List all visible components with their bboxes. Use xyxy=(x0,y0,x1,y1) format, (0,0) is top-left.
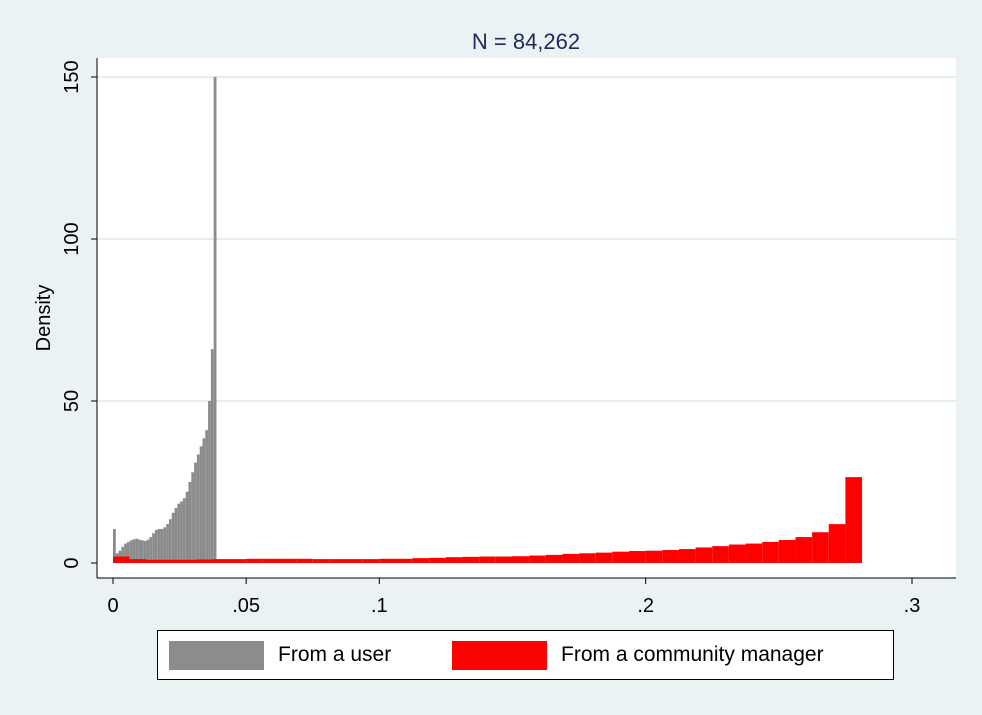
histogram-bar xyxy=(429,557,446,563)
histogram-bar xyxy=(412,558,430,563)
histogram-bar xyxy=(185,491,189,563)
histogram-bar xyxy=(329,559,347,563)
histogram-bar xyxy=(166,524,169,563)
histogram-bar xyxy=(645,550,663,563)
histogram-bar xyxy=(149,537,153,563)
histogram-bar xyxy=(279,558,297,563)
histogram-bar xyxy=(188,482,192,563)
x-tick-label: 0 xyxy=(107,595,118,617)
histogram-bar xyxy=(845,477,863,563)
histogram-bar xyxy=(346,559,363,563)
plot-area xyxy=(97,58,956,578)
histogram-bar xyxy=(171,512,175,563)
histogram-bar xyxy=(196,454,200,563)
histogram-bar xyxy=(612,551,630,563)
histogram-bar xyxy=(154,529,158,563)
y-tick-label: 50 xyxy=(61,390,83,412)
histogram-bar xyxy=(182,498,186,563)
x-tick-label: .1 xyxy=(371,595,388,617)
chart-title: N = 84,262 xyxy=(472,29,580,54)
histogram-bar xyxy=(168,519,172,563)
histogram-bar xyxy=(146,559,163,563)
legend-label-user: From a user xyxy=(278,643,392,666)
y-tick-label: 150 xyxy=(61,60,83,93)
histogram-bar xyxy=(712,546,729,563)
histogram-bar xyxy=(312,559,330,563)
y-tick-label: 0 xyxy=(61,557,83,568)
histogram-bar xyxy=(678,549,696,563)
histogram-bar xyxy=(262,558,280,563)
histogram-chart: 0 50 100 150 0 .05 .1 .2 .3 N = 84,262 Density xyxy=(33,29,956,617)
histogram-bar xyxy=(695,547,713,563)
histogram-bar xyxy=(562,553,580,563)
y-axis-label: Density xyxy=(33,285,55,352)
histogram-bar xyxy=(745,543,763,563)
histogram-bar xyxy=(160,528,164,563)
histogram-bar xyxy=(479,556,496,563)
x-tick-label: .3 xyxy=(904,595,921,617)
legend-label-community-manager: From a community manager xyxy=(561,643,824,666)
histogram-bar xyxy=(157,528,161,563)
histogram-bar xyxy=(795,537,813,563)
legend-item-community-manager: From a community manager xyxy=(452,631,824,679)
histogram-bar xyxy=(445,557,463,563)
histogram-bar xyxy=(205,430,209,563)
histogram-bar xyxy=(212,559,230,563)
histogram-bar xyxy=(762,541,779,563)
histogram-bar xyxy=(379,558,396,563)
histogram-bar xyxy=(629,551,646,563)
histogram-bar xyxy=(529,555,546,563)
legend-item-user: From a user xyxy=(169,631,391,679)
histogram-bar xyxy=(662,550,679,563)
histogram-bar xyxy=(179,559,197,563)
histogram-bar xyxy=(162,559,180,563)
histogram-bar xyxy=(196,559,213,563)
histogram-bar xyxy=(229,559,247,563)
histogram-bar xyxy=(163,527,167,563)
histogram-bar xyxy=(113,556,130,563)
histogram-bar xyxy=(177,503,181,563)
histogram-bar xyxy=(180,501,183,563)
histogram-bar xyxy=(208,401,211,563)
histogram-bar xyxy=(246,558,263,563)
histogram-bar xyxy=(202,438,206,563)
histogram-bar xyxy=(296,558,313,563)
histogram-bar xyxy=(129,559,147,563)
histogram-bar xyxy=(579,553,596,563)
x-tick-label: .05 xyxy=(232,595,260,617)
histogram-bar xyxy=(595,552,613,563)
histogram-bar xyxy=(778,539,796,563)
histogram-bar xyxy=(728,544,746,563)
x-axis-ticks: 0 .05 .1 .2 .3 xyxy=(107,578,920,617)
histogram-bar xyxy=(495,556,513,563)
legend: From a user From a community manager xyxy=(157,630,894,680)
histogram-bar xyxy=(812,532,829,563)
x-tick-label: .2 xyxy=(637,595,654,617)
y-tick-label: 100 xyxy=(61,222,83,255)
legend-swatch-user xyxy=(169,640,264,670)
histogram-bar xyxy=(362,559,380,563)
histogram-bar xyxy=(191,472,195,563)
histogram-bar xyxy=(194,462,197,563)
histogram-bar xyxy=(545,554,563,563)
histogram-bar xyxy=(213,77,217,563)
histogram-bar xyxy=(512,556,530,563)
histogram-bar xyxy=(152,533,155,563)
histogram-bar xyxy=(199,446,203,563)
histogram-bar xyxy=(174,507,178,563)
histogram-bar xyxy=(395,558,413,563)
y-axis-ticks: 0 50 100 150 xyxy=(61,60,97,569)
histogram-bar xyxy=(146,539,150,563)
legend-swatch-community-manager xyxy=(452,640,547,670)
histogram-bar xyxy=(828,524,846,563)
histogram-bar xyxy=(210,349,214,563)
histogram-bar xyxy=(462,556,480,563)
